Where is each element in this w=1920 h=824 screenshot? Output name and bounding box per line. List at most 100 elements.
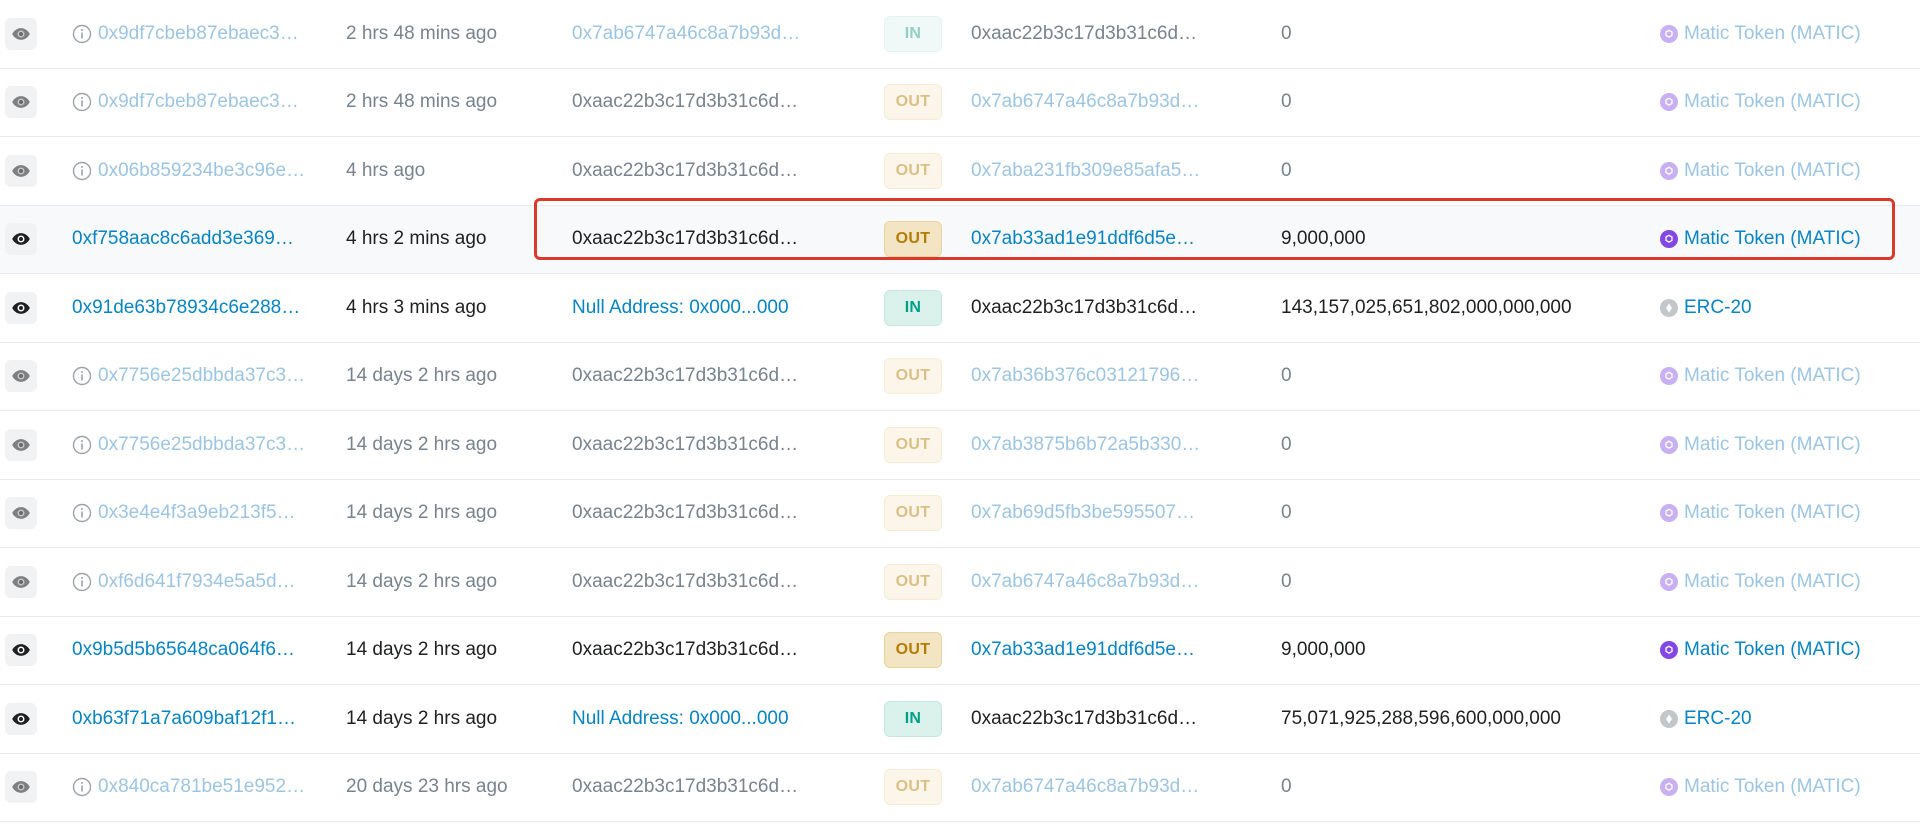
view-details-eye-icon[interactable] <box>5 360 37 393</box>
transfer-value: 9,000,000 <box>1281 639 1366 661</box>
info-icon <box>72 778 92 797</box>
view-details-eye-icon[interactable] <box>5 702 37 735</box>
from-address: 0xaac22b3c17d3b31c6d… <box>572 639 799 661</box>
info-icon <box>72 504 92 523</box>
matic-token-icon <box>1660 161 1678 180</box>
direction-badge: OUT <box>884 632 942 669</box>
matic-token-icon <box>1660 778 1678 797</box>
view-details-eye-icon[interactable] <box>5 634 37 667</box>
txn-hash-link[interactable]: 0xb63f71a7a609baf12f1… <box>72 708 296 730</box>
from-address-link[interactable]: Null Address: 0x000...000 <box>572 708 789 730</box>
transfer-value: 75,071,925,288,596,600,000,000 <box>1281 707 1561 729</box>
direction-badge: OUT <box>884 495 942 532</box>
txn-hash-link[interactable]: 0xf758aac8c6add3e369… <box>72 228 294 250</box>
token-link[interactable]: Matic Token (MATIC) <box>1684 776 1861 798</box>
txn-hash-link[interactable]: 0x06b859234be3c96e… <box>98 160 305 182</box>
matic-token-icon <box>1660 435 1678 454</box>
txn-hash-link[interactable]: 0x7756e25dbbda37c3… <box>98 434 305 456</box>
from-address-link[interactable]: Null Address: 0x000...000 <box>572 297 789 319</box>
table-row: 0x3e4e4f3a9eb213f5… 14 days 2 hrs ago 0x… <box>0 480 1920 548</box>
transfer-value: 0 <box>1281 22 1292 44</box>
txn-hash-link[interactable]: 0x840ca781be51e952… <box>98 776 305 798</box>
transfer-value: 0 <box>1281 433 1292 455</box>
to-address-link[interactable]: 0x7ab33ad1e91ddf6d5e… <box>971 639 1195 661</box>
direction-badge: OUT <box>884 221 942 258</box>
view-details-eye-icon[interactable] <box>5 86 37 119</box>
table-row: 0x9df7cbeb87ebaec3… 2 hrs 48 mins ago 0x… <box>0 0 1920 69</box>
view-details-eye-icon[interactable] <box>5 17 37 50</box>
txn-age: 2 hrs 48 mins ago <box>346 22 498 44</box>
txn-age: 14 days 2 hrs ago <box>346 433 498 455</box>
matic-token-icon <box>1660 24 1678 43</box>
txn-hash-link[interactable]: 0x9df7cbeb87ebaec3… <box>98 23 299 45</box>
matic-token-icon <box>1660 572 1678 591</box>
erc20-token-icon <box>1660 298 1678 317</box>
txn-hash-link[interactable]: 0x3e4e4f3a9eb213f5… <box>98 502 296 524</box>
to-address-link[interactable]: 0x7ab36b376c03121796… <box>971 365 1199 387</box>
table-row: 0xb63f71a7a609baf12f1… 14 days 2 hrs ago… <box>0 685 1920 754</box>
info-icon <box>72 367 92 386</box>
token-link[interactable]: ERC-20 <box>1684 708 1752 730</box>
txn-age: 14 days 2 hrs ago <box>346 707 498 729</box>
view-details-eye-icon[interactable] <box>5 565 37 598</box>
table-row: 0x9df7cbeb87ebaec3… 2 hrs 48 mins ago 0x… <box>0 69 1920 137</box>
info-icon <box>72 161 92 180</box>
to-address-link[interactable]: 0x7ab6747a46c8a7b93d… <box>971 91 1199 113</box>
table-row: 0x06b859234be3c96e… 4 hrs ago 0xaac22b3c… <box>0 137 1920 206</box>
from-address: 0xaac22b3c17d3b31c6d… <box>572 433 799 455</box>
table-row: 0xf6d641f7934e5a5d… 14 days 2 hrs ago 0x… <box>0 548 1920 617</box>
txn-age: 20 days 23 hrs ago <box>346 776 508 798</box>
table-row: 0xf758aac8c6add3e369… 4 hrs 2 mins ago 0… <box>0 205 1920 274</box>
matic-token-icon <box>1660 504 1678 523</box>
direction-badge: OUT <box>884 152 942 189</box>
txn-hash-link[interactable]: 0x9df7cbeb87ebaec3… <box>98 91 299 113</box>
table-row: 0x7756e25dbbda37c3… 14 days 2 hrs ago 0x… <box>0 411 1920 480</box>
txn-hash-link[interactable]: 0x91de63b78934c6e288… <box>72 297 300 319</box>
token-link[interactable]: Matic Token (MATIC) <box>1684 228 1861 250</box>
txn-hash-link[interactable]: 0x7756e25dbbda37c3… <box>98 365 305 387</box>
from-address: 0xaac22b3c17d3b31c6d… <box>572 776 799 798</box>
from-address: 0xaac22b3c17d3b31c6d… <box>572 502 799 524</box>
view-details-eye-icon[interactable] <box>5 771 37 804</box>
token-link[interactable]: Matic Token (MATIC) <box>1684 571 1861 593</box>
token-link[interactable]: Matic Token (MATIC) <box>1684 23 1861 45</box>
direction-badge: IN <box>884 289 942 326</box>
transfer-value: 0 <box>1281 502 1292 524</box>
token-link[interactable]: Matic Token (MATIC) <box>1684 91 1861 113</box>
token-link[interactable]: Matic Token (MATIC) <box>1684 434 1861 456</box>
token-link[interactable]: Matic Token (MATIC) <box>1684 639 1861 661</box>
to-address: 0xaac22b3c17d3b31c6d… <box>971 707 1198 729</box>
view-details-eye-icon[interactable] <box>5 291 37 324</box>
to-address-link[interactable]: 0x7aba231fb309e85afa5… <box>971 160 1200 182</box>
txn-hash-link[interactable]: 0x9b5d5b65648ca064f6… <box>72 639 295 661</box>
token-link[interactable]: Matic Token (MATIC) <box>1684 365 1861 387</box>
view-details-eye-icon[interactable] <box>5 428 37 461</box>
info-icon <box>72 572 92 591</box>
token-link[interactable]: Matic Token (MATIC) <box>1684 502 1861 524</box>
token-transfers-table: 0x9df7cbeb87ebaec3… 2 hrs 48 mins ago 0x… <box>0 0 1920 824</box>
token-link[interactable]: Matic Token (MATIC) <box>1684 160 1861 182</box>
info-icon <box>72 24 92 43</box>
info-icon <box>72 93 92 112</box>
txn-age: 2 hrs 48 mins ago <box>346 91 498 113</box>
txn-age: 4 hrs 3 mins ago <box>346 296 487 318</box>
to-address-link[interactable]: 0x7ab3875b6b72a5b330… <box>971 434 1200 456</box>
direction-badge: OUT <box>884 563 942 600</box>
erc20-token-icon <box>1660 709 1678 728</box>
view-details-eye-icon[interactable] <box>5 154 37 187</box>
view-details-eye-icon[interactable] <box>5 497 37 530</box>
to-address-link[interactable]: 0x7ab6747a46c8a7b93d… <box>971 776 1199 798</box>
from-address: 0xaac22b3c17d3b31c6d… <box>572 91 799 113</box>
token-link[interactable]: ERC-20 <box>1684 297 1752 319</box>
txn-hash-link[interactable]: 0xf6d641f7934e5a5d… <box>98 571 296 593</box>
to-address-link[interactable]: 0x7ab33ad1e91ddf6d5e… <box>971 228 1195 250</box>
table-row: 0x9b5d5b65648ca064f6… 14 days 2 hrs ago … <box>0 617 1920 685</box>
from-address-link[interactable]: 0x7ab6747a46c8a7b93d… <box>572 23 800 45</box>
to-address-link[interactable]: 0x7ab6747a46c8a7b93d… <box>971 571 1199 593</box>
view-details-eye-icon[interactable] <box>5 223 37 256</box>
txn-age: 14 days 2 hrs ago <box>346 639 498 661</box>
transfer-value: 0 <box>1281 365 1292 387</box>
txn-age: 4 hrs ago <box>346 159 426 181</box>
txn-age: 4 hrs 2 mins ago <box>346 228 487 250</box>
to-address-link[interactable]: 0x7ab69d5fb3be595507… <box>971 502 1195 524</box>
